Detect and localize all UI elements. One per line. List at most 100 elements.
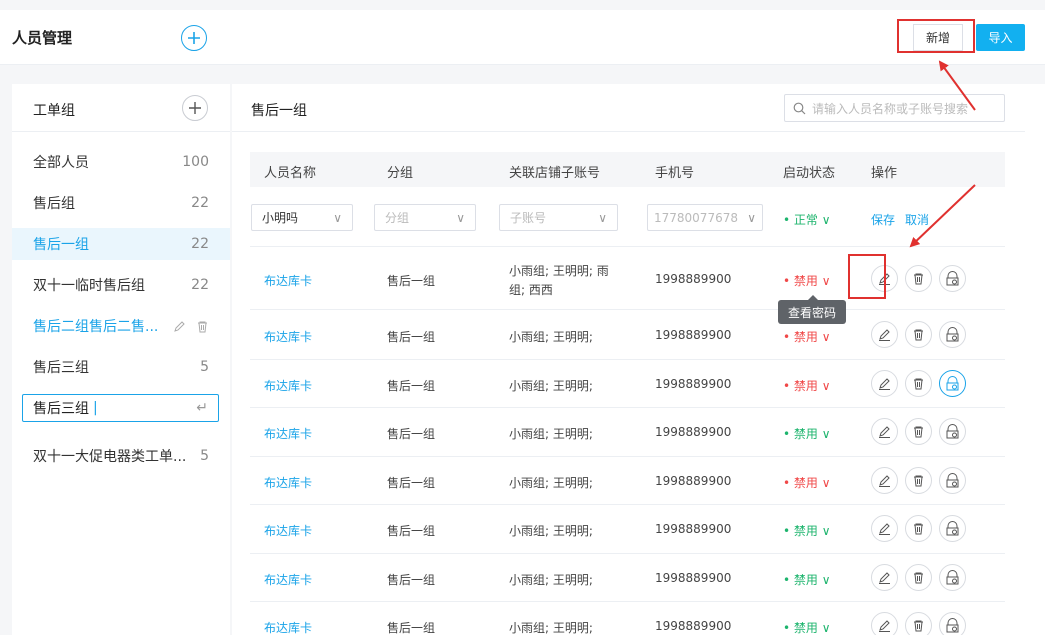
subaccount-select[interactable]: 子账号 ∨: [499, 204, 618, 231]
status-dropdown[interactable]: • 正常 ∨: [783, 211, 831, 228]
group-item[interactable]: 售后三组 5: [12, 351, 230, 383]
member-name-link[interactable]: 布达库卡: [264, 571, 312, 588]
group-item-selected[interactable]: 售后一组 22: [12, 228, 230, 260]
trash-icon: [914, 378, 923, 390]
group-item[interactable]: 售后组 22: [12, 187, 230, 219]
group-item[interactable]: 双十一大促电器类工单... 5: [12, 440, 230, 472]
status-dropdown[interactable]: • 禁用 ∨: [783, 619, 831, 635]
group-rename-value: 售后三组: [33, 401, 89, 417]
table-row: 布达库卡 售后一组 小雨组; 王明明; 1998889900 • 禁用 ∨: [250, 602, 1005, 635]
member-phone: 1998889900: [655, 272, 732, 286]
group-item-count: 100: [182, 154, 209, 170]
search-input[interactable]: 请输入人员名称或子账号搜索: [784, 94, 1005, 122]
edit-button[interactable]: [871, 564, 898, 591]
trash-icon: [914, 523, 923, 535]
view-password-button[interactable]: [939, 467, 966, 494]
member-subaccounts: 小雨组; 王明明;: [509, 573, 593, 587]
add-circle-button[interactable]: [181, 25, 207, 51]
member-name-link[interactable]: 布达库卡: [264, 474, 312, 491]
phone-select[interactable]: 17780077678 ∨: [647, 204, 763, 231]
member-group: 售后一组: [387, 330, 436, 344]
enter-icon[interactable]: ↵: [196, 400, 208, 416]
member-name-link[interactable]: 布达库卡: [264, 328, 312, 345]
view-password-button[interactable]: [939, 418, 966, 445]
table-row: 布达库卡 售后一组 小雨组; 王明明; 1998889900 • 禁用 ∨: [250, 554, 1005, 602]
group-item[interactable]: 双十一临时售后组 22: [12, 269, 230, 301]
view-password-tooltip: 查看密码: [778, 295, 846, 324]
view-password-button[interactable]: [939, 612, 966, 635]
name-select[interactable]: 小明吗 ∨: [251, 204, 353, 231]
group-item-label: 双十一大促电器类工单...: [33, 449, 187, 465]
member-phone: 1998889900: [655, 571, 732, 585]
status-dropdown[interactable]: • 禁用 ∨: [783, 425, 831, 442]
member-subaccounts: 小雨组; 王明明;: [509, 379, 593, 393]
member-group: 售后一组: [387, 476, 436, 490]
column-header: 手机号: [655, 166, 695, 181]
annotation-box-new: [897, 19, 975, 53]
view-password-button[interactable]: [939, 515, 966, 542]
trash-icon[interactable]: [196, 320, 209, 333]
delete-button[interactable]: [905, 370, 932, 397]
member-subaccounts: 小雨组; 王明明;: [509, 330, 593, 344]
delete-button[interactable]: [905, 612, 932, 635]
chevron-down-icon: ∨: [456, 210, 465, 225]
trash-icon: [914, 620, 923, 632]
annotation-box-edit: [848, 254, 886, 299]
lock-eye-icon: [946, 376, 959, 391]
view-password-button-hovered[interactable]: [939, 370, 966, 397]
status-dropdown[interactable]: • 禁用 ∨: [783, 328, 831, 345]
edit-button[interactable]: [871, 467, 898, 494]
delete-button[interactable]: [905, 321, 932, 348]
group-item-count: 5: [200, 448, 209, 464]
edit-button[interactable]: [871, 321, 898, 348]
status-dropdown[interactable]: • 禁用 ∨: [783, 571, 831, 588]
view-password-button[interactable]: [939, 265, 966, 292]
search-placeholder: 请输入人员名称或子账号搜索: [812, 101, 969, 116]
member-phone: 1998889900: [655, 619, 732, 633]
lock-eye-icon: [946, 618, 959, 633]
delete-button[interactable]: [905, 515, 932, 542]
member-name-link[interactable]: 布达库卡: [264, 619, 312, 635]
status-dropdown[interactable]: • 禁用 ∨: [783, 377, 831, 394]
import-button[interactable]: 导入: [976, 24, 1025, 51]
edit-button[interactable]: [871, 418, 898, 445]
group-item-all[interactable]: 全部人员 100: [12, 146, 230, 178]
group-select[interactable]: 分组 ∨: [374, 204, 476, 231]
cancel-link[interactable]: 取消: [905, 211, 929, 228]
member-name-link[interactable]: 布达库卡: [264, 425, 312, 442]
member-phone: 1998889900: [655, 377, 732, 391]
pencil-icon[interactable]: [173, 320, 186, 333]
group-item-hovered[interactable]: 售后二组售后二售...: [12, 310, 230, 342]
lock-eye-icon: [946, 521, 959, 536]
member-name-link[interactable]: 布达库卡: [264, 522, 312, 539]
group-panel-title: 工单组: [33, 103, 75, 119]
status-dropdown[interactable]: • 禁用 ∨: [783, 272, 831, 289]
phone-select-value: 17780077678: [654, 210, 738, 225]
delete-button[interactable]: [905, 564, 932, 591]
delete-button[interactable]: [905, 467, 932, 494]
group-item-label: 售后组: [33, 196, 75, 212]
table-row: 布达库卡 售后一组 小雨组; 王明明; 1998889900 • 禁用 ∨: [250, 505, 1005, 554]
status-dropdown[interactable]: • 禁用 ∨: [783, 474, 831, 491]
add-group-button[interactable]: [182, 95, 208, 121]
edit-row: 小明吗 ∨ 分组 ∨ 子账号 ∨ 17780077678 ∨ • 正常 ∨ 保存…: [250, 187, 1005, 247]
status-dropdown[interactable]: • 禁用 ∨: [783, 522, 831, 539]
delete-button[interactable]: [905, 265, 932, 292]
edit-button[interactable]: [871, 612, 898, 635]
member-name-link[interactable]: 布达库卡: [264, 272, 312, 289]
top-bar: 人员管理 新增 导入: [0, 10, 1045, 65]
member-name-link[interactable]: 布达库卡: [264, 377, 312, 394]
member-phone: 1998889900: [655, 522, 732, 536]
pencil-icon: [879, 475, 890, 487]
edit-button[interactable]: [871, 370, 898, 397]
pencil-icon: [879, 523, 890, 535]
trash-icon: [914, 572, 923, 584]
lock-eye-icon: [946, 424, 959, 439]
view-password-button[interactable]: [939, 564, 966, 591]
save-link[interactable]: 保存: [871, 211, 895, 228]
trash-icon: [914, 329, 923, 341]
edit-button[interactable]: [871, 515, 898, 542]
delete-button[interactable]: [905, 418, 932, 445]
view-password-button[interactable]: [939, 321, 966, 348]
group-rename-input[interactable]: 售后三组 | ↵: [22, 394, 219, 422]
